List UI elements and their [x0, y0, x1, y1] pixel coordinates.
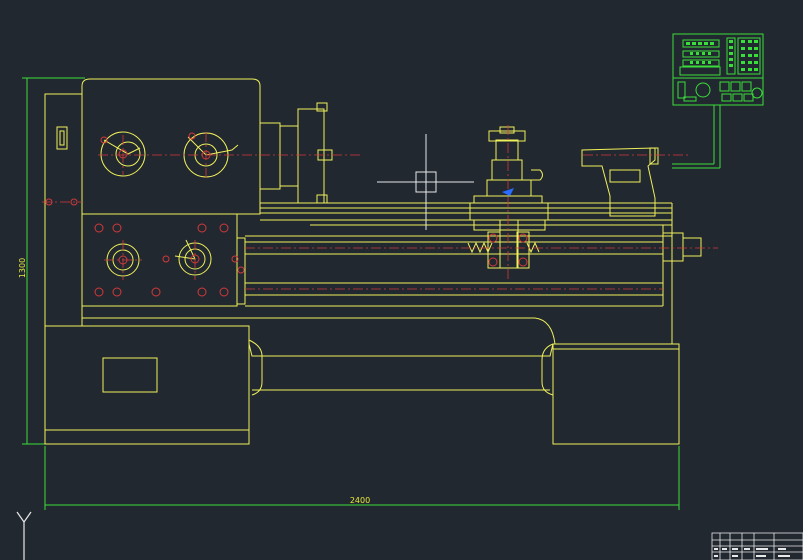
cad-viewport[interactable]: 1300 2400: [0, 0, 803, 560]
dimension-width-label: 2400: [350, 496, 370, 505]
dimension-height-label: 1300: [18, 258, 27, 278]
